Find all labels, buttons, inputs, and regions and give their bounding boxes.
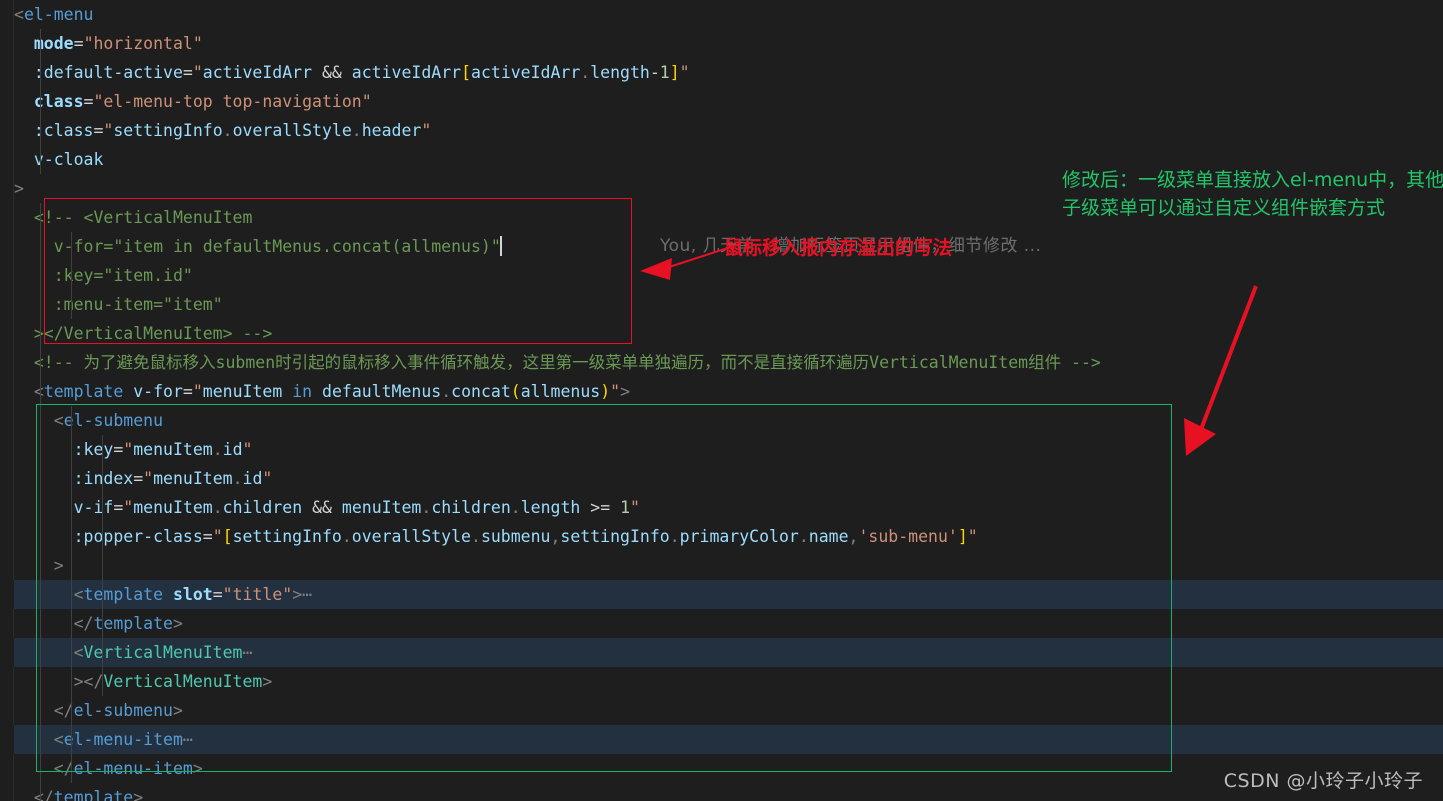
code-line-text: :menu-item="item" [53,295,223,314]
code-line-text: class="el-menu-top top-navigation" [33,92,372,111]
code-line[interactable]: :default-active="activeIdArr && activeId… [0,58,1443,87]
watermark: CSDN @小玲子小玲子 [1223,770,1423,792]
code-line[interactable]: ></VerticalMenuItem> --> [0,319,1443,348]
code-line-text: <template v-for="menuItem in defaultMenu… [33,382,631,401]
code-line-text: <VerticalMenuItem⋯ [73,643,253,662]
code-line-text: v-for="item in defaultMenus.concat(allme… [53,236,502,256]
code-line[interactable]: <el-submenu [0,406,1443,435]
code-line[interactable]: v-if="menuItem.children && menuItem.chil… [0,493,1443,522]
code-line-text: v-cloak [33,150,104,169]
code-line-text: :default-active="activeIdArr && activeId… [33,63,690,82]
code-line-text: </template> [73,614,183,633]
code-line[interactable]: <!-- <VerticalMenuItem [0,203,1443,232]
code-line[interactable]: :key="menuItem.id" [0,435,1443,464]
code-line-text: <el-menu [14,5,94,24]
code-line-text: :key="menuItem.id" [73,440,253,459]
code-line[interactable]: :index="menuItem.id" [0,464,1443,493]
code-line[interactable]: :menu-item="item" [0,290,1443,319]
code-line-text: </el-submenu> [53,701,183,720]
code-line[interactable]: <el-menu-item⋯ [0,725,1443,754]
code-line-text: </el-menu-item> [53,759,203,778]
code-line[interactable]: <VerticalMenuItem⋯ [0,638,1443,667]
code-line[interactable]: v-cloak [0,145,1443,174]
code-line[interactable]: class="el-menu-top top-navigation" [0,87,1443,116]
code-line-text: ></VerticalMenuItem> [73,672,273,691]
indent-guide [71,551,72,580]
code-line[interactable]: <!-- 为了避免鼠标移入submen时引起的鼠标移入事件循环触发，这里第一级菜… [0,348,1443,377]
code-line[interactable]: mode="horizontal" [0,29,1443,58]
code-line-text: :key="item.id" [53,266,193,285]
code-line[interactable]: </template> [0,609,1443,638]
code-line[interactable]: <el-menu [0,0,1443,29]
code-line[interactable]: :class="settingInfo.overallStyle.header" [0,116,1443,145]
code-line-text: :class="settingInfo.overallStyle.header" [33,121,432,140]
code-line[interactable]: <template slot="title">⋯ [0,580,1443,609]
code-line[interactable]: </el-submenu> [0,696,1443,725]
code-line-text: > [14,179,24,198]
code-line-text: :index="menuItem.id" [73,469,273,488]
code-line[interactable]: <template v-for="menuItem in defaultMenu… [0,377,1443,406]
code-editor[interactable]: <el-menu mode="horizontal" :default-acti… [0,0,1443,801]
code-line-text: v-if="menuItem.children && menuItem.chil… [73,498,640,517]
code-line-text: <el-submenu [53,411,164,430]
code-line[interactable]: :key="item.id" [0,261,1443,290]
code-line-text: <!-- <VerticalMenuItem [33,208,253,227]
code-line-text: :popper-class="[settingInfo.overallStyle… [73,527,978,546]
code-line-text: </template> [33,788,144,801]
code-line[interactable]: > [0,551,1443,580]
code-line[interactable]: :popper-class="[settingInfo.overallStyle… [0,522,1443,551]
code-line-text: <el-menu-item⋯ [53,730,193,749]
code-surface[interactable]: <el-menu mode="horizontal" :default-acti… [0,0,1443,801]
git-blame-hint: You, 几天前 · 增加标签页显示组件，细节修改 ... [660,236,1042,256]
code-line[interactable]: > [0,174,1443,203]
code-line[interactable]: ></VerticalMenuItem> [0,667,1443,696]
code-line-text: <!-- 为了避免鼠标移入submen时引起的鼠标移入事件循环触发，这里第一级菜… [33,353,1101,372]
code-line-text: mode="horizontal" [33,34,203,53]
indent-guide [102,551,103,580]
code-line-text: ></VerticalMenuItem> --> [33,324,273,343]
code-line-text: > [53,556,64,575]
code-line-text: <template slot="title">⋯ [73,585,313,604]
